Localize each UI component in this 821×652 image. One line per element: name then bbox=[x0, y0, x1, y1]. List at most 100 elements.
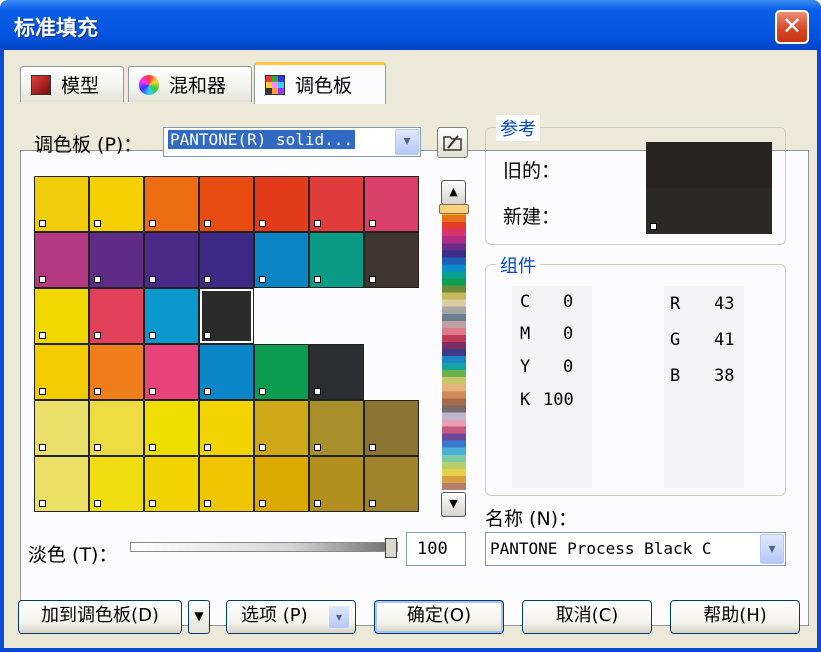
swatch-marker bbox=[149, 332, 156, 339]
swatch-marker bbox=[149, 500, 156, 507]
color-swatch[interactable] bbox=[144, 456, 199, 512]
color-swatch[interactable] bbox=[254, 400, 309, 456]
options-chevron-icon: ▾ bbox=[329, 606, 349, 628]
color-swatch[interactable] bbox=[364, 176, 419, 232]
color-swatch[interactable] bbox=[364, 232, 419, 288]
title-bar: 标准填充 ✕ bbox=[0, 0, 821, 50]
color-swatch[interactable] bbox=[309, 176, 364, 232]
color-swatch[interactable] bbox=[199, 344, 254, 400]
options-button[interactable]: 选项 (P) ▾ bbox=[226, 600, 356, 634]
color-swatch[interactable] bbox=[364, 456, 419, 512]
tab-palette[interactable]: 调色板 bbox=[254, 62, 386, 104]
swatch-marker bbox=[39, 500, 46, 507]
color-swatch[interactable] bbox=[254, 232, 309, 288]
color-swatch[interactable] bbox=[254, 176, 309, 232]
tint-input[interactable]: 100 bbox=[406, 532, 466, 566]
palette-label: 调色板 (P)： bbox=[34, 134, 143, 156]
color-swatch[interactable] bbox=[199, 456, 254, 512]
red-label: R bbox=[670, 294, 681, 314]
palette-color-strip[interactable] bbox=[442, 208, 466, 490]
color-swatch[interactable] bbox=[254, 456, 309, 512]
chevron-down-icon[interactable]: ▾ bbox=[395, 129, 419, 155]
color-swatch[interactable] bbox=[199, 176, 254, 232]
swatch-marker bbox=[204, 220, 211, 227]
tab-mixer[interactable]: 混和器 bbox=[128, 66, 252, 102]
swatch-marker bbox=[94, 220, 101, 227]
color-swatch[interactable] bbox=[34, 456, 89, 512]
color-swatch[interactable] bbox=[309, 344, 364, 400]
color-swatch[interactable] bbox=[364, 400, 419, 456]
tint-slider-handle[interactable] bbox=[385, 538, 397, 558]
swatch-marker bbox=[369, 444, 376, 451]
green-label: G bbox=[670, 330, 681, 350]
color-swatch[interactable] bbox=[199, 232, 254, 288]
empty-slot bbox=[364, 288, 419, 344]
old-color-swatch bbox=[646, 142, 772, 188]
color-swatch[interactable] bbox=[144, 400, 199, 456]
swatch-marker bbox=[259, 220, 266, 227]
tab-model[interactable]: 模型 bbox=[20, 66, 124, 102]
color-swatch[interactable] bbox=[309, 456, 364, 512]
swatch-marker bbox=[204, 444, 211, 451]
color-swatch[interactable] bbox=[89, 176, 144, 232]
palette-select[interactable]: PANTONE(R) solid... ▾ bbox=[163, 127, 421, 157]
color-swatch[interactable] bbox=[309, 232, 364, 288]
color-swatch[interactable] bbox=[34, 400, 89, 456]
add-to-palette-button[interactable]: 加到调色板(D) bbox=[18, 600, 182, 634]
swatch-marker bbox=[314, 276, 321, 283]
color-swatch[interactable] bbox=[144, 344, 199, 400]
color-swatch[interactable] bbox=[144, 176, 199, 232]
cancel-button[interactable]: 取消(C) bbox=[522, 600, 652, 634]
add-to-palette-menu-button[interactable]: ▼ bbox=[188, 600, 210, 634]
color-swatch[interactable] bbox=[34, 232, 89, 288]
color-swatch[interactable] bbox=[89, 232, 144, 288]
blue-label: B bbox=[670, 366, 681, 386]
name-chevron-down-icon[interactable]: ▾ bbox=[760, 534, 784, 564]
tint-label: 淡色 (T)： bbox=[28, 544, 118, 566]
name-select-value: PANTONE Process Black C bbox=[490, 539, 712, 558]
name-select[interactable]: PANTONE Process Black C ▾ bbox=[485, 532, 786, 566]
color-swatch[interactable] bbox=[144, 232, 199, 288]
open-palette-button[interactable] bbox=[437, 127, 468, 158]
black-value: 100 bbox=[543, 390, 574, 410]
swatch-marker bbox=[94, 500, 101, 507]
color-swatch[interactable] bbox=[34, 344, 89, 400]
color-wheel-icon bbox=[139, 74, 159, 95]
scroll-down-button[interactable]: ▼ bbox=[441, 492, 466, 517]
red-value: 43 bbox=[714, 294, 735, 314]
color-swatch[interactable] bbox=[144, 288, 199, 344]
swatch-marker bbox=[204, 276, 211, 283]
swatch-marker bbox=[259, 500, 266, 507]
color-swatch[interactable] bbox=[89, 456, 144, 512]
tab-model-label: 模型 bbox=[61, 75, 100, 97]
color-swatch[interactable] bbox=[199, 400, 254, 456]
black-label: K bbox=[520, 390, 531, 410]
help-button[interactable]: 帮助(H) bbox=[670, 600, 800, 634]
swatch-marker bbox=[314, 444, 321, 451]
swatch-marker bbox=[369, 276, 376, 283]
swatch-marker bbox=[369, 220, 376, 227]
color-swatch[interactable] bbox=[199, 288, 254, 344]
color-swatch[interactable] bbox=[309, 400, 364, 456]
magenta-label: M bbox=[520, 324, 531, 344]
palette-grid-icon bbox=[265, 74, 285, 95]
window-title: 标准填充 bbox=[14, 16, 98, 40]
swatch-marker bbox=[94, 276, 101, 283]
close-button[interactable]: ✕ bbox=[775, 10, 809, 44]
ok-button[interactable]: 确定(O) bbox=[374, 600, 504, 634]
swatch-marker bbox=[314, 220, 321, 227]
tint-slider-track[interactable] bbox=[130, 542, 398, 552]
color-swatch[interactable] bbox=[89, 344, 144, 400]
scroll-up-button[interactable]: ▲ bbox=[441, 180, 466, 205]
color-swatch[interactable] bbox=[34, 288, 89, 344]
color-swatch[interactable] bbox=[254, 344, 309, 400]
palette-select-value: PANTONE(R) solid... bbox=[168, 130, 356, 149]
new-color-label: 新建： bbox=[503, 206, 561, 228]
color-swatch[interactable] bbox=[34, 176, 89, 232]
color-swatch[interactable] bbox=[89, 288, 144, 344]
reference-title: 参考 bbox=[496, 115, 540, 141]
color-swatch[interactable] bbox=[89, 400, 144, 456]
scroll-thumb[interactable] bbox=[439, 204, 469, 214]
yellow-value: 0 bbox=[563, 357, 574, 377]
tab-palette-label: 调色板 bbox=[295, 75, 353, 97]
